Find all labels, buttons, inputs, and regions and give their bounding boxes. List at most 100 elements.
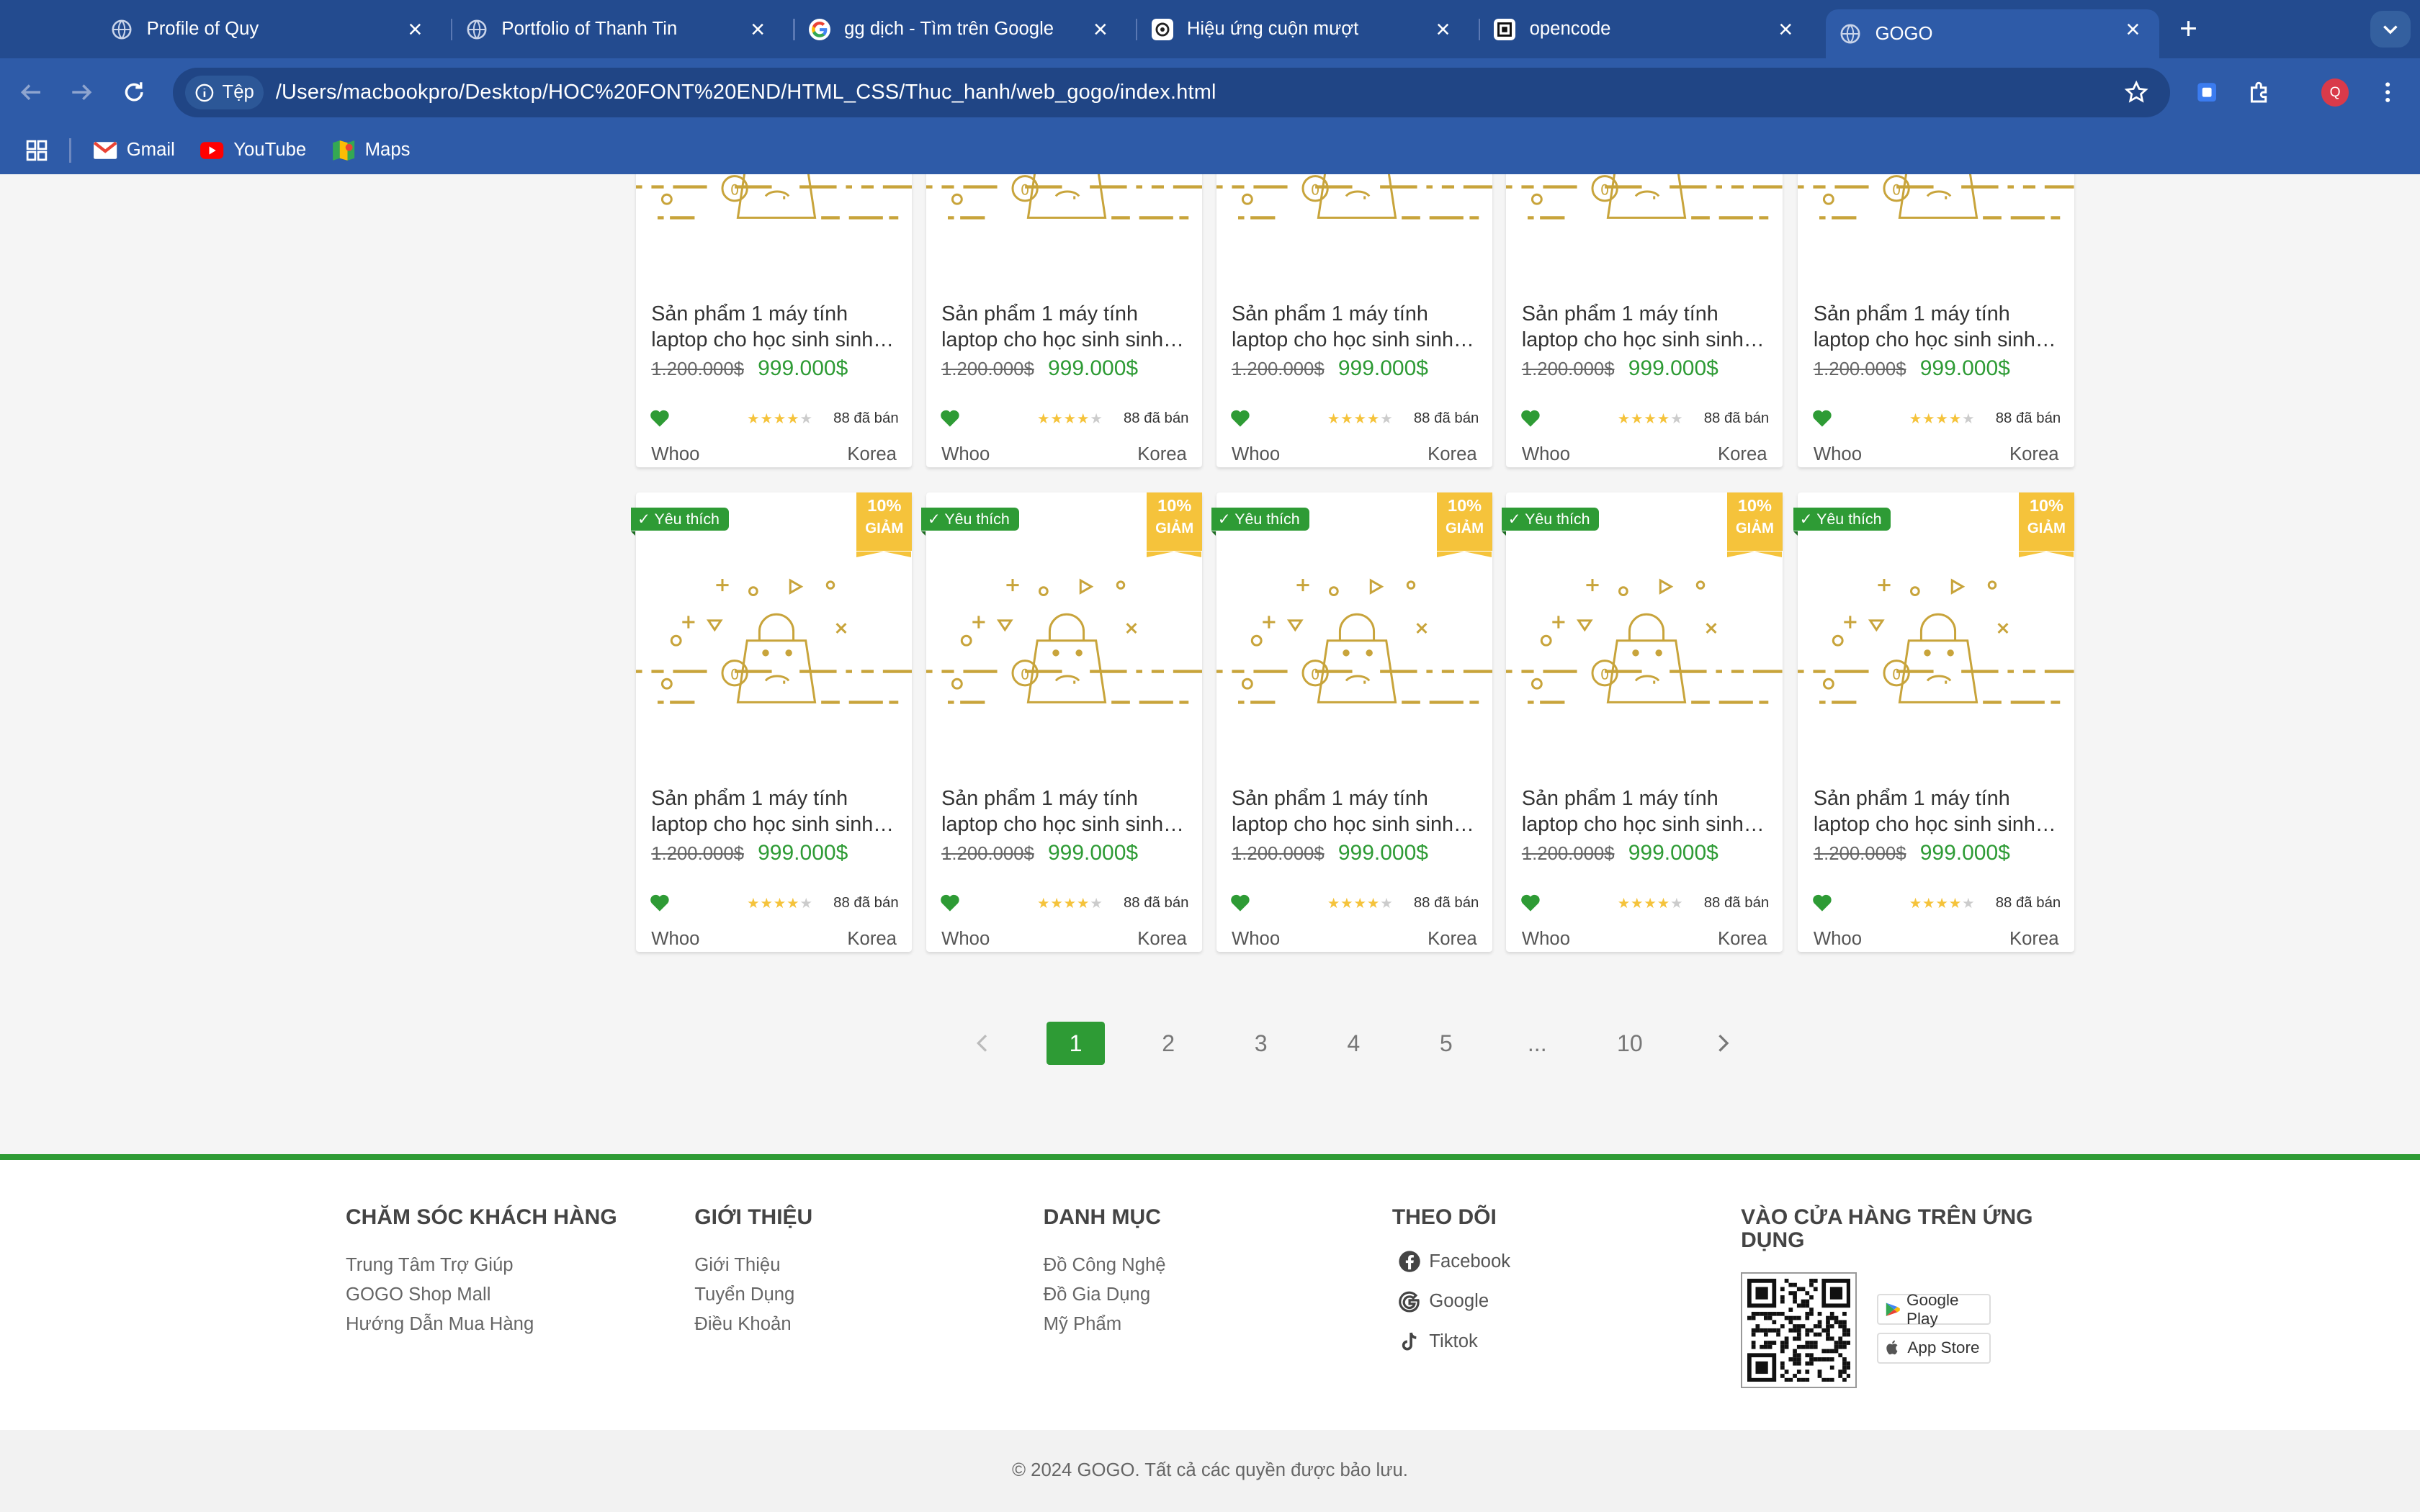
tab-opencode[interactable]: opencode × <box>1482 0 1812 58</box>
bookmark-gmail[interactable]: Gmail <box>93 140 175 161</box>
product-image[interactable]: 0 <box>635 174 913 284</box>
product-card[interactable]: 0 ✓ Yêu thích 10% GIẢM Sản phẩm 1 máy tín… <box>1502 492 1783 953</box>
pagination-next-button[interactable] <box>1693 1022 1752 1065</box>
sold-count: 88 đã bán <box>1413 894 1479 911</box>
close-tab-icon[interactable]: × <box>1775 17 1796 42</box>
product-image[interactable]: 0 <box>1216 174 1493 284</box>
new-tab-button[interactable]: + <box>2174 14 2202 45</box>
apps-grid-icon[interactable] <box>26 140 48 161</box>
product-card[interactable]: 0 ✓ Yêu thích 10% GIẢM Sản phẩm 1 máy tín… <box>631 492 913 953</box>
extensions-menu-button[interactable] <box>2244 77 2275 108</box>
bookmark-youtube[interactable]: YouTube <box>200 140 306 161</box>
bookmark-maps[interactable]: Maps <box>331 140 411 161</box>
footer-link-terms[interactable]: Điều Khoản <box>694 1310 812 1339</box>
product-name[interactable]: Sản phẩm 1 máy tính laptop cho học sinh … <box>941 301 1188 354</box>
bookmarks-bar: Gmail YouTube Maps <box>0 126 2420 175</box>
tab-gogo[interactable]: GOGO × <box>1826 9 2159 59</box>
product-name[interactable]: Sản phẩm 1 máy tính laptop cho học sinh … <box>1522 786 1769 838</box>
current-price: 999.000$ <box>1047 356 1139 380</box>
footer-link-household[interactable]: Đồ Gia Dụng <box>1044 1280 1166 1310</box>
tab-portfolio[interactable]: Portfolio of Thanh Tin × <box>454 0 784 58</box>
product-name[interactable]: Sản phẩm 1 máy tính laptop cho học sinh … <box>651 301 898 354</box>
heart-icon[interactable] <box>1230 894 1250 912</box>
heart-icon[interactable] <box>1230 409 1250 428</box>
heart-icon[interactable] <box>1520 894 1541 912</box>
product-card[interactable]: 0 Sản phẩm 1 máy tính laptop cho học sin… <box>1798 174 2074 468</box>
youtube-icon <box>200 142 224 159</box>
product-card[interactable]: 0 Sản phẩm 1 máy tính laptop cho học sin… <box>1216 174 1493 468</box>
profile-initial: Q <box>2321 78 2349 107</box>
back-button[interactable] <box>15 77 46 108</box>
extension-button[interactable] <box>2192 77 2223 108</box>
footer-heading: GIỚI THIỆU <box>694 1205 813 1230</box>
heart-icon[interactable] <box>940 894 960 912</box>
tab-search-button[interactable] <box>2370 11 2411 48</box>
product-card[interactable]: 0 ✓ Yêu thích 10% GIẢM Sản phẩm 1 máy tín… <box>1793 492 2074 953</box>
site-info-chip[interactable]: Tệp <box>185 75 264 110</box>
bookmark-star-icon[interactable] <box>2124 80 2148 104</box>
footer-link-buying-guide[interactable]: Hướng Dẫn Mua Hàng <box>346 1310 617 1339</box>
pagination-page-4[interactable]: 4 <box>1325 1022 1383 1065</box>
product-image[interactable]: 0 <box>1506 174 1783 284</box>
reload-button[interactable] <box>119 77 150 108</box>
footer-link-help-center[interactable]: Trung Tâm Trợ Giúp <box>346 1251 617 1280</box>
star-empty-icon: ★ <box>1380 412 1394 427</box>
product-name[interactable]: Sản phẩm 1 máy tính laptop cho học sinh … <box>941 786 1188 838</box>
profile-avatar[interactable]: Q <box>2320 77 2351 108</box>
footer-link-tech[interactable]: Đồ Công Nghệ <box>1044 1251 1166 1280</box>
forward-button[interactable] <box>66 77 97 108</box>
close-tab-icon[interactable]: × <box>1090 17 1111 42</box>
product-name[interactable]: Sản phẩm 1 máy tính laptop cho học sinh … <box>1814 786 2061 838</box>
close-tab-icon[interactable]: × <box>2122 17 2143 42</box>
browser-menu-button[interactable] <box>2372 77 2403 108</box>
footer-link-tiktok[interactable]: Tiktok <box>1398 1322 1510 1362</box>
pagination-page-1[interactable]: 1 <box>1046 1021 1106 1065</box>
tab-hieu-ung-cuon-muot[interactable]: Hiệu ứng cuộn mượt × <box>1139 0 1469 58</box>
footer-link-about[interactable]: Giới Thiệu <box>694 1251 812 1280</box>
url-text[interactable]: /Users/macbookpro/Desktop/HOC%20FONT%20E… <box>276 81 1216 104</box>
footer-link-careers[interactable]: Tuyển Dụng <box>694 1280 812 1310</box>
close-tab-icon[interactable]: × <box>747 17 768 42</box>
close-tab-icon[interactable]: × <box>404 17 426 42</box>
footer-link-facebook[interactable]: Facebook <box>1398 1241 1510 1282</box>
pagination: 1 2 3 4 5 ... 10 <box>954 1021 1756 1065</box>
product-image[interactable]: 0 <box>926 174 1203 284</box>
pagination-page-2[interactable]: 2 <box>1139 1022 1197 1065</box>
product-name[interactable]: Sản phẩm 1 máy tính laptop cho học sinh … <box>1232 301 1479 354</box>
heart-icon[interactable] <box>1812 894 1832 912</box>
pagination-page-5[interactable]: 5 <box>1417 1022 1475 1065</box>
footer-link-google[interactable]: Google <box>1398 1282 1510 1322</box>
brand-name: Whoo <box>1813 444 1862 465</box>
heart-icon[interactable] <box>650 894 670 912</box>
heart-icon[interactable] <box>940 409 960 428</box>
svg-text:0: 0 <box>1600 181 1609 198</box>
heart-icon[interactable] <box>650 409 670 428</box>
product-card[interactable]: 0 Sản phẩm 1 máy tính laptop cho học sin… <box>1506 174 1783 468</box>
footer-link-cosmetics[interactable]: Mỹ Phẩm <box>1044 1310 1166 1339</box>
product-card[interactable]: 0 Sản phẩm 1 máy tính laptop cho học sin… <box>926 174 1203 468</box>
pagination-page-10[interactable]: 10 <box>1600 1022 1659 1065</box>
google-play-button[interactable]: Google Play <box>1876 1291 1991 1328</box>
pagination-prev-button[interactable] <box>954 1022 1012 1065</box>
product-card[interactable]: 0 Sản phẩm 1 máy tính laptop cho học sin… <box>635 174 913 468</box>
discount-percent: 10% <box>2029 495 2063 515</box>
product-card[interactable]: 0 ✓ Yêu thích 10% GIẢM Sản phẩm 1 máy tín… <box>1211 492 1493 953</box>
close-tab-icon[interactable]: × <box>1433 17 1454 42</box>
product-name[interactable]: Sản phẩm 1 máy tính laptop cho học sinh … <box>651 786 898 838</box>
rating-stars: ★★★★★ <box>1909 896 1976 912</box>
pagination-page-3[interactable]: 3 <box>1232 1022 1290 1065</box>
product-name[interactable]: Sản phẩm 1 máy tính laptop cho học sinh … <box>1522 301 1769 354</box>
heart-icon[interactable] <box>1520 409 1541 428</box>
tab-profile-of-quy[interactable]: Profile of Quy × <box>111 0 442 58</box>
toolbar: Tệp /Users/macbookpro/Desktop/HOC%20FONT… <box>0 58 2420 127</box>
product-image[interactable]: 0 <box>1798 174 2074 284</box>
address-bar[interactable]: Tệp /Users/macbookpro/Desktop/HOC%20FONT… <box>173 68 2170 117</box>
product-name[interactable]: Sản phẩm 1 máy tính laptop cho học sinh … <box>1814 301 2061 354</box>
product-card[interactable]: 0 ✓ Yêu thích 10% GIẢM Sản phẩm 1 máy tín… <box>921 492 1203 953</box>
app-store-button[interactable]: App Store <box>1876 1332 1991 1364</box>
footer-link-shop-mall[interactable]: GOGO Shop Mall <box>346 1280 617 1310</box>
origin-country: Korea <box>2009 444 2059 465</box>
product-name[interactable]: Sản phẩm 1 máy tính laptop cho học sinh … <box>1232 786 1479 838</box>
heart-icon[interactable] <box>1812 409 1832 428</box>
tab-gg-dich[interactable]: gg dịch - Tìm trên Google × <box>797 0 1127 58</box>
